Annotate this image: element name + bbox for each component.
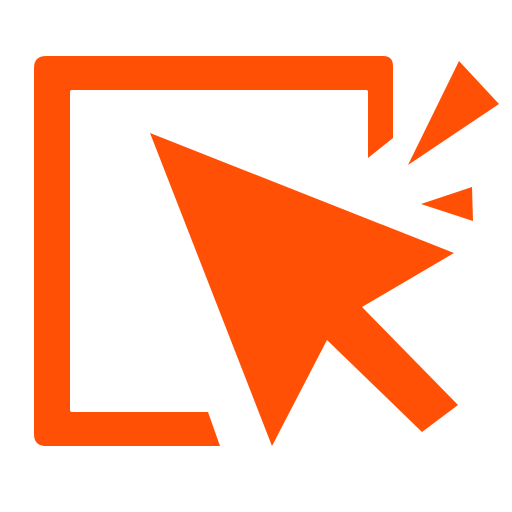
click-cursor-icon [34,56,499,446]
click-spark-small-icon [421,187,473,221]
arrow-cursor-icon [150,133,458,446]
click-spark-large-icon [408,61,499,165]
icon-canvas [0,0,512,512]
